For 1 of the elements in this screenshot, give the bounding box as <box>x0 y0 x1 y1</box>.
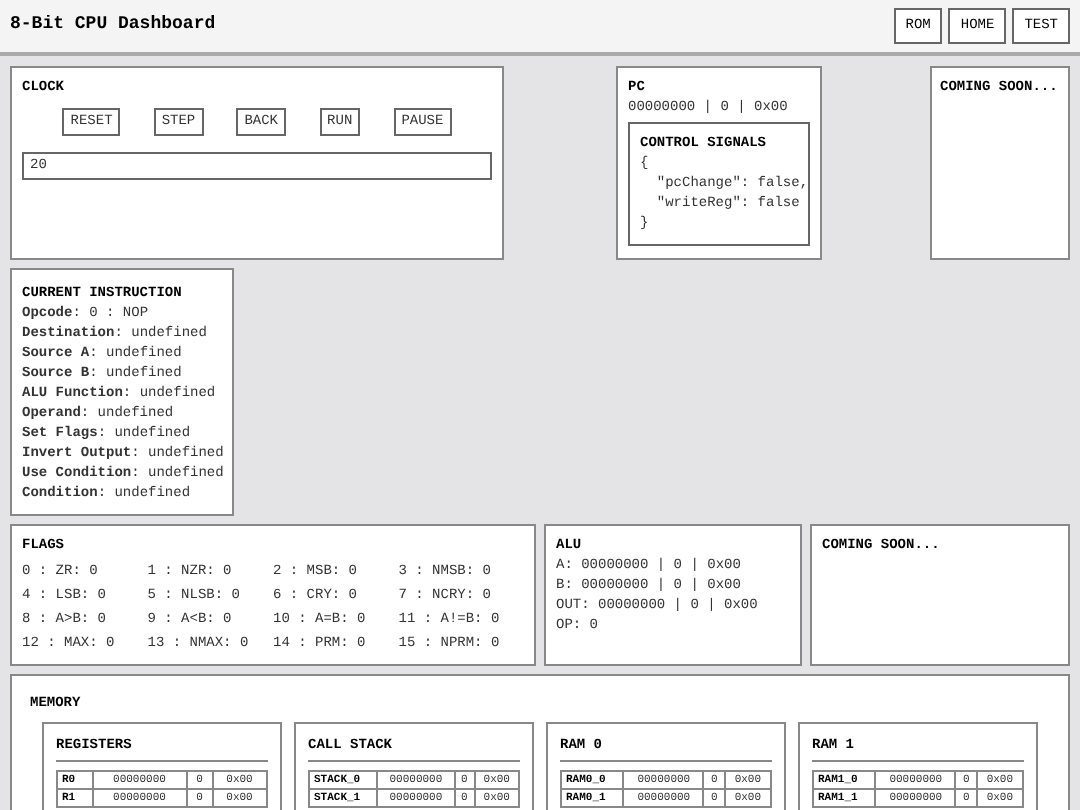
app-title: 8-Bit CPU Dashboard <box>10 12 216 39</box>
